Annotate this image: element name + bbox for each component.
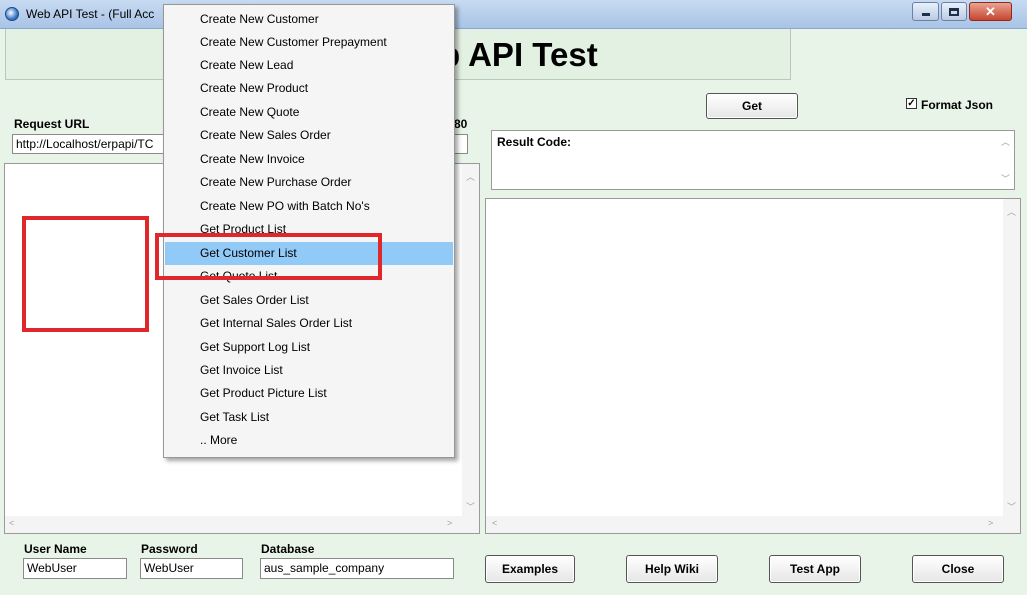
menu-item-get-internal-sales-order-list[interactable]: Get Internal Sales Order List: [165, 312, 453, 335]
menu-item-create-new-customer[interactable]: Create New Customer: [165, 8, 453, 31]
result-code-label: Result Code:: [497, 135, 572, 149]
get-button[interactable]: Get: [706, 93, 798, 119]
response-vscroll[interactable]: ︿ ﹀: [1003, 199, 1020, 533]
annotation-highlight-box: [22, 216, 149, 332]
menu-item-create-new-lead[interactable]: Create New Lead: [165, 54, 453, 77]
request-url-input[interactable]: http://Localhost/erpapi/TC: [12, 134, 170, 154]
result-code-box[interactable]: Result Code: ︿ ﹀: [491, 130, 1015, 190]
minimize-icon: [921, 13, 930, 16]
menu-item-get-invoice-list[interactable]: Get Invoice List: [165, 359, 453, 382]
help-wiki-button[interactable]: Help Wiki: [626, 555, 718, 583]
scroll-down-icon[interactable]: ﹀: [1007, 500, 1016, 513]
format-json-label: Format Json: [921, 98, 994, 112]
maximize-button[interactable]: [941, 2, 967, 21]
scroll-left-icon[interactable]: <: [9, 518, 14, 528]
menu-item-create-new-customer-prepayment[interactable]: Create New Customer Prepayment: [165, 31, 453, 54]
result-code-vscroll[interactable]: ︿ ﹀: [997, 131, 1014, 189]
menu-item-create-new-product[interactable]: Create New Product: [165, 77, 453, 100]
password-input[interactable]: WebUser: [140, 558, 243, 579]
menu-item-get-product-picture-list[interactable]: Get Product Picture List: [165, 382, 453, 405]
test-app-button[interactable]: Test App: [769, 555, 861, 583]
request-body-hscroll[interactable]: < >: [5, 516, 479, 533]
minimize-button[interactable]: [912, 2, 939, 21]
scroll-down-icon[interactable]: ﹀: [1001, 172, 1010, 185]
port-label: 80: [454, 117, 468, 131]
menu-item-get-support-log-list[interactable]: Get Support Log List: [165, 336, 453, 359]
scroll-down-icon[interactable]: ﹀: [466, 500, 475, 513]
menu-item-get-task-list[interactable]: Get Task List: [165, 406, 453, 429]
close-window-button[interactable]: ✕: [969, 2, 1012, 21]
scroll-left-icon[interactable]: <: [492, 518, 497, 528]
menu-item-create-new-po-batch[interactable]: Create New PO with Batch No's: [165, 195, 453, 218]
scroll-up-icon[interactable]: ︿: [466, 170, 475, 183]
response-textarea[interactable]: ︿ ﹀ < >: [485, 198, 1021, 534]
examples-button[interactable]: Examples: [485, 555, 575, 583]
menu-item-create-new-invoice[interactable]: Create New Invoice: [165, 148, 453, 171]
app-icon: [5, 7, 19, 21]
scroll-up-icon[interactable]: ︿: [1007, 205, 1016, 218]
username-label: User Name: [24, 542, 87, 556]
banner-title: b API Test: [440, 36, 598, 73]
examples-menu[interactable]: Create New Customer Create New Customer …: [163, 4, 455, 458]
request-url-label: Request URL: [14, 117, 90, 131]
scroll-right-icon[interactable]: >: [988, 518, 993, 528]
menu-item-create-new-sales-order[interactable]: Create New Sales Order: [165, 124, 453, 147]
annotation-menu-highlight: [155, 233, 382, 280]
menu-item-more[interactable]: .. More: [165, 429, 453, 452]
window-title: Web API Test - (Full Acc: [26, 7, 155, 21]
username-input[interactable]: WebUser: [23, 558, 127, 579]
maximize-icon: [949, 7, 959, 16]
menu-item-create-new-purchase-order[interactable]: Create New Purchase Order: [165, 171, 453, 194]
menu-item-get-sales-order-list[interactable]: Get Sales Order List: [165, 289, 453, 312]
window-titlebar[interactable]: Web API Test - (Full Acc ✕: [0, 0, 1027, 29]
password-label: Password: [141, 542, 198, 556]
close-button[interactable]: Close: [912, 555, 1004, 583]
response-hscroll[interactable]: < >: [486, 516, 1020, 533]
scroll-up-icon[interactable]: ︿: [1001, 135, 1010, 148]
request-body-vscroll[interactable]: ︿ ﹀: [462, 164, 479, 533]
format-json-checkbox[interactable]: ✓: [906, 98, 917, 109]
database-label: Database: [261, 542, 315, 556]
scroll-right-icon[interactable]: >: [447, 518, 452, 528]
database-input[interactable]: aus_sample_company: [260, 558, 454, 579]
menu-item-create-new-quote[interactable]: Create New Quote: [165, 101, 453, 124]
close-icon: ✕: [985, 4, 996, 19]
